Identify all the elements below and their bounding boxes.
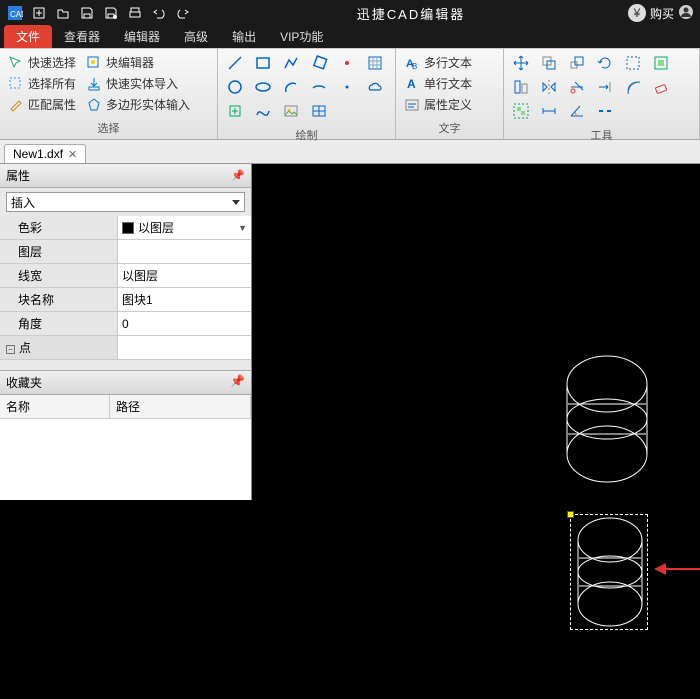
- trim-icon[interactable]: [566, 77, 588, 97]
- quick-import[interactable]: 快速实体导入: [84, 74, 192, 93]
- properties-table: 色彩 以图层▼ 图层 线宽 以图层 块名称 图块1 角度 0 −点: [0, 216, 251, 360]
- fav-col-name[interactable]: 名称: [0, 395, 110, 418]
- print-icon[interactable]: [124, 3, 146, 23]
- new-icon[interactable]: [28, 3, 50, 23]
- favorites-list: [0, 419, 251, 500]
- dim-icon[interactable]: [538, 101, 560, 121]
- angle-icon[interactable]: [566, 101, 588, 121]
- line-icon[interactable]: [224, 53, 246, 73]
- block-original: [562, 354, 652, 484]
- copy-icon[interactable]: [538, 53, 560, 73]
- select-all[interactable]: 选择所有: [6, 74, 78, 93]
- extend-icon[interactable]: [594, 77, 616, 97]
- match-props[interactable]: 匹配属性: [6, 95, 78, 114]
- prop-lw[interactable]: 以图层: [118, 264, 251, 287]
- currency-icon[interactable]: ¥: [628, 4, 646, 22]
- offset-icon[interactable]: [622, 77, 644, 97]
- svg-text:CAD: CAD: [10, 10, 23, 19]
- insert-icon[interactable]: [224, 101, 246, 121]
- ribbon: 快速选择 选择所有 匹配属性 块编辑器 快速实体导入 多边形实体输入 选择: [0, 48, 700, 140]
- mirror-icon[interactable]: [538, 77, 560, 97]
- rot-rect-icon[interactable]: [308, 53, 330, 73]
- mtext[interactable]: AB多行文本: [402, 53, 474, 72]
- app-icon: CAD: [4, 3, 26, 23]
- drawing-canvas[interactable]: 粘贴的图块: [252, 164, 700, 500]
- move-icon[interactable]: [510, 53, 532, 73]
- annotation-arrow: [662, 568, 700, 570]
- ribbon-tabs: 文件 查看器 编辑器 高级 输出 VIP功能: [0, 26, 700, 48]
- polygon-import[interactable]: 多边形实体输入: [84, 95, 192, 114]
- fav-col-path[interactable]: 路径: [110, 395, 251, 418]
- group-draw-label: 绘制: [218, 125, 395, 146]
- prop-blockname[interactable]: 图块1: [118, 288, 251, 311]
- hatch-icon[interactable]: [364, 53, 386, 73]
- prop-point-section[interactable]: −点: [0, 336, 118, 359]
- tab-editor[interactable]: 编辑器: [112, 25, 172, 48]
- document-name: New1.dxf: [13, 147, 63, 161]
- prop-color[interactable]: 以图层▼: [118, 216, 251, 239]
- properties-header: 属性 📌: [0, 164, 251, 188]
- scale-icon[interactable]: [566, 53, 588, 73]
- selection-handle[interactable]: [567, 511, 574, 518]
- attrdef[interactable]: 属性定义: [402, 95, 474, 114]
- prop-angle[interactable]: 0: [118, 312, 251, 335]
- tab-viewer[interactable]: 查看器: [52, 25, 112, 48]
- quick-select[interactable]: 快速选择: [6, 53, 78, 72]
- select-rect-icon[interactable]: [622, 53, 644, 73]
- block-icon[interactable]: [650, 53, 672, 73]
- align-icon[interactable]: [510, 77, 532, 97]
- cloud-icon[interactable]: [364, 77, 386, 97]
- open-icon[interactable]: [52, 3, 74, 23]
- image-icon[interactable]: [280, 101, 302, 121]
- table-icon[interactable]: [308, 101, 330, 121]
- pin-icon[interactable]: 📌: [230, 374, 245, 391]
- stext[interactable]: A单行文本: [402, 74, 474, 93]
- block-pasted[interactable]: [574, 516, 646, 628]
- polyline-icon[interactable]: [280, 53, 302, 73]
- group-icon[interactable]: [510, 101, 532, 121]
- annotation-arrowhead-icon: [654, 563, 666, 575]
- rotate-icon[interactable]: [594, 53, 616, 73]
- rect-icon[interactable]: [252, 53, 274, 73]
- saveas-icon[interactable]: [100, 3, 122, 23]
- close-icon[interactable]: ✕: [68, 148, 77, 161]
- pin-icon[interactable]: 📌: [231, 169, 245, 182]
- point-icon[interactable]: [336, 53, 358, 73]
- circle-icon[interactable]: [224, 77, 246, 97]
- undo-icon[interactable]: [148, 3, 170, 23]
- dot-icon[interactable]: [336, 77, 358, 97]
- document-tab[interactable]: New1.dxf ✕: [4, 144, 86, 163]
- ellipse-arc-icon[interactable]: [308, 77, 330, 97]
- redo-icon[interactable]: [172, 3, 194, 23]
- color-swatch-icon: [122, 222, 134, 234]
- svg-text:B: B: [412, 62, 417, 71]
- break-icon[interactable]: [594, 101, 616, 121]
- tab-file[interactable]: 文件: [4, 25, 52, 48]
- prop-layer[interactable]: [118, 240, 251, 263]
- erase-icon[interactable]: [650, 77, 672, 97]
- group-select-label: 选择: [0, 118, 217, 139]
- group-tools-label: 工具: [504, 125, 699, 146]
- svg-text:A: A: [407, 77, 416, 91]
- favorites-header: 收藏夹 📌: [0, 370, 251, 395]
- group-text-label: 文字: [396, 118, 503, 139]
- ellipse-icon[interactable]: [252, 77, 274, 97]
- buy-link[interactable]: 购买: [650, 5, 674, 22]
- tab-output[interactable]: 输出: [220, 25, 268, 48]
- app-title: 迅捷CAD编辑器: [194, 4, 628, 23]
- tab-vip[interactable]: VIP功能: [268, 25, 335, 48]
- block-editor[interactable]: 块编辑器: [84, 53, 192, 72]
- user-icon[interactable]: [678, 4, 694, 23]
- save-icon[interactable]: [76, 3, 98, 23]
- arc-icon[interactable]: [280, 77, 302, 97]
- tab-advanced[interactable]: 高级: [172, 25, 220, 48]
- spline-icon[interactable]: [252, 101, 274, 121]
- type-combo[interactable]: 插入: [6, 192, 245, 212]
